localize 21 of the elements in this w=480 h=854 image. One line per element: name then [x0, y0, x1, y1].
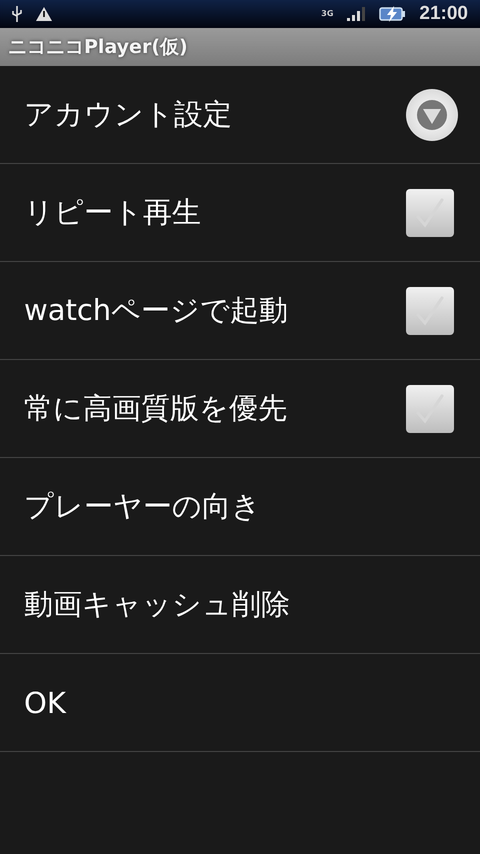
- preference-item[interactable]: アカウント設定: [0, 66, 480, 164]
- signal-icon: [347, 7, 366, 21]
- warning-icon: [36, 7, 52, 21]
- preference-item[interactable]: 動画キャッシュ削除: [0, 556, 480, 654]
- checkbox[interactable]: [406, 384, 454, 432]
- preference-item[interactable]: リピート再生: [0, 164, 480, 262]
- app-title: ニコニコPlayer(仮): [8, 35, 188, 60]
- check-icon: [415, 196, 445, 228]
- checkbox[interactable]: [406, 188, 454, 236]
- network-type: 3G: [321, 10, 334, 18]
- preference-item[interactable]: watchページで起動: [0, 262, 480, 360]
- usb-icon: [12, 6, 22, 22]
- check-icon: [415, 294, 445, 326]
- check-icon: [415, 392, 445, 424]
- preference-item[interactable]: プレーヤーの向き: [0, 458, 480, 556]
- preference-item[interactable]: OK: [0, 654, 480, 752]
- battery-charging-icon: [379, 6, 406, 22]
- checkbox[interactable]: [406, 286, 454, 334]
- clock: 21:00: [419, 3, 468, 25]
- dropdown-icon[interactable]: [406, 88, 458, 140]
- preference-item[interactable]: 常に高画質版を優先: [0, 360, 480, 458]
